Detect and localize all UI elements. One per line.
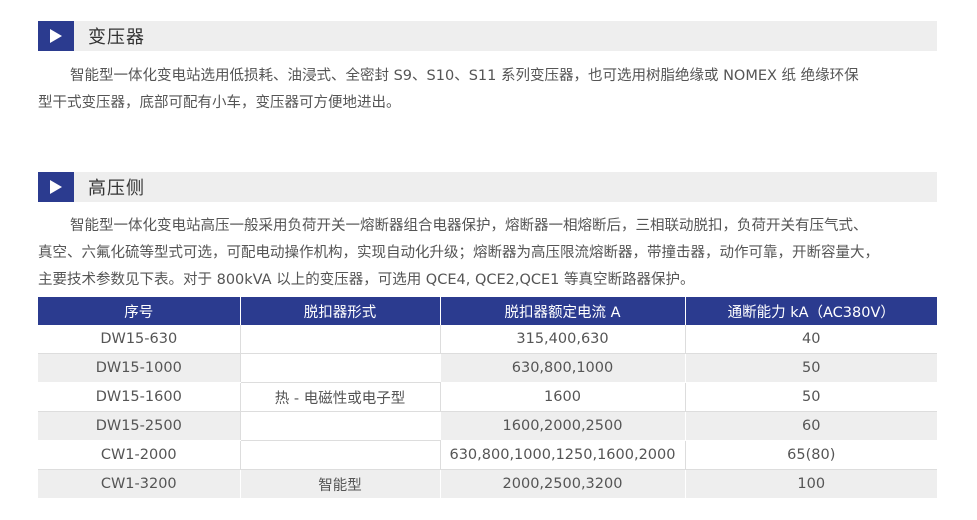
cell-capacity: 65(80) <box>684 440 937 470</box>
cell-trip-type: 热 - 电磁性或电子型 <box>239 382 440 412</box>
table-header-row: 序号 脱扣器形式 脱扣器额定电流 A 通断能力 kA（AC380V） <box>38 297 937 325</box>
cell-model: DW15-630 <box>38 325 240 354</box>
paragraph-line: 智能型一体化变电站高压一般采用负荷开关一熔断器组合电器保护，熔断器一相熔断后，三… <box>70 218 868 234</box>
cell-model: CW1-3200 <box>38 469 240 499</box>
cell-capacity: 50 <box>684 382 937 412</box>
paragraph-line: 真空、六氟化硫等型式可选，可配电动操作机构，实现自动化升级；熔断器为高压限流熔断… <box>38 245 879 261</box>
paragraph-line: 智能型一体化变电站选用低损耗、油浸式、全密封 S9、S10、S11 系列变压器，… <box>70 68 859 84</box>
paragraph-line: 型干式变压器，底部可配有小车，变压器可方便地进出。 <box>38 95 401 111</box>
play-triangle-icon <box>38 172 74 202</box>
cell-capacity: 40 <box>684 325 937 354</box>
section-paragraph: 智能型一体化变电站选用低损耗、油浸式、全密封 S9、S10、S11 系列变压器，… <box>38 63 943 117</box>
cell-model: DW15-1000 <box>38 353 240 383</box>
table-row: DW15-1000 630,800,1000 50 <box>38 353 937 383</box>
table-row: DW15-630 315,400,630 40 <box>38 325 937 354</box>
header-model: 序号 <box>38 297 240 325</box>
cell-trip-type-empty <box>239 353 440 383</box>
cell-current: 630,800,1000 <box>439 353 685 383</box>
table-row: CW1-2000 630,800,1000,1250,1600,2000 65(… <box>38 440 937 470</box>
cell-trip-type-empty <box>239 411 440 441</box>
cell-current: 315,400,630 <box>439 325 685 354</box>
header-trip-type: 脱扣器形式 <box>239 297 440 325</box>
section-title: 高压侧 <box>88 178 145 199</box>
cell-trip-type-empty <box>239 440 440 470</box>
cell-model: CW1-2000 <box>38 440 240 470</box>
section-header-high-voltage: 高压侧 <box>38 172 937 202</box>
cell-current: 630,800,1000,1250,1600,2000 <box>439 440 685 470</box>
cell-capacity: 100 <box>684 469 937 499</box>
cell-capacity: 50 <box>684 353 937 383</box>
spec-table: 序号 脱扣器形式 脱扣器额定电流 A 通断能力 kA（AC380V） DW15-… <box>38 297 937 499</box>
cell-current: 1600 <box>439 382 685 412</box>
cell-model: DW15-2500 <box>38 411 240 441</box>
cell-trip-type: 智能型 <box>239 469 440 499</box>
play-triangle-icon <box>38 21 74 51</box>
cell-model: DW15-1600 <box>38 382 240 412</box>
cell-capacity: 60 <box>684 411 937 441</box>
section-title: 变压器 <box>88 27 145 48</box>
section-header-transformer: 变压器 <box>38 21 937 51</box>
cell-current: 2000,2500,3200 <box>439 469 685 499</box>
paragraph-line: 主要技术参数见下表。对于 800kVA 以上的变压器，可选用 QCE4, QCE… <box>38 272 695 288</box>
table-row: DW15-2500 1600,2000,2500 60 <box>38 411 937 441</box>
table-row: CW1-3200 智能型 2000,2500,3200 100 <box>38 469 937 499</box>
cell-trip-type-empty <box>239 325 440 354</box>
header-rated-current: 脱扣器额定电流 A <box>439 297 685 325</box>
cell-current: 1600,2000,2500 <box>439 411 685 441</box>
table-row: DW15-1600 热 - 电磁性或电子型 1600 50 <box>38 382 937 412</box>
section-paragraph: 智能型一体化变电站高压一般采用负荷开关一熔断器组合电器保护，熔断器一相熔断后，三… <box>38 213 943 294</box>
header-breaking-capacity: 通断能力 kA（AC380V） <box>684 297 937 325</box>
